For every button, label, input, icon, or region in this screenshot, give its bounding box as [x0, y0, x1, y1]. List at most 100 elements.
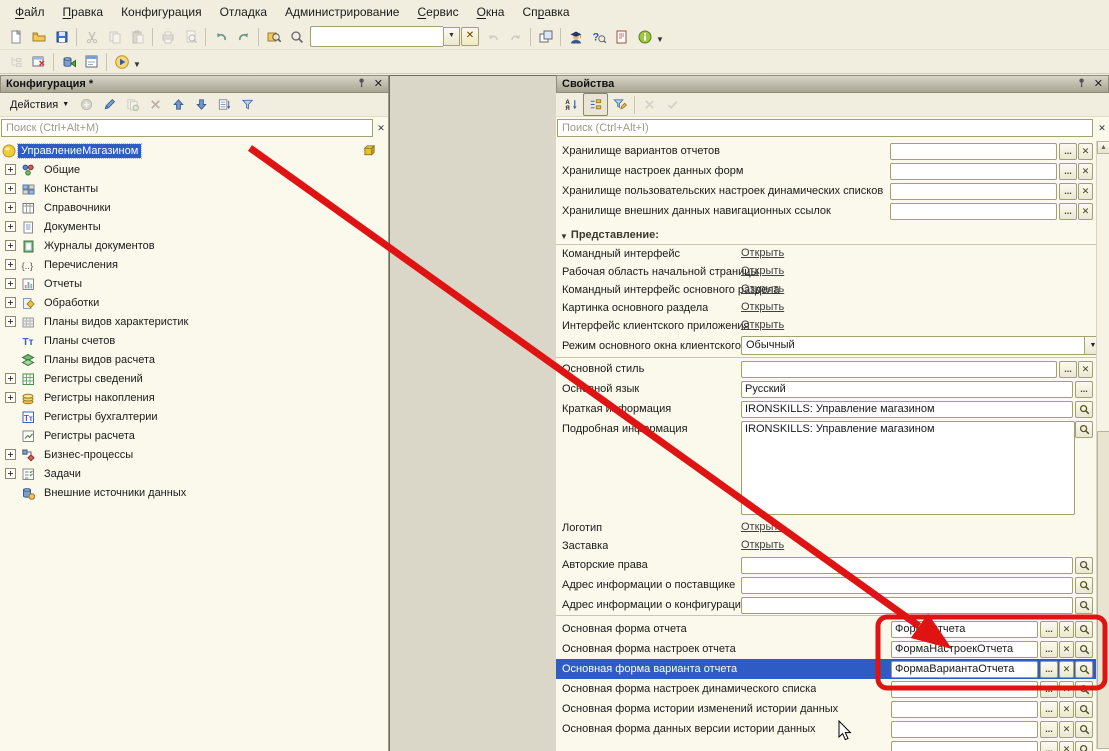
- clear-value-button[interactable]: ✕: [1078, 361, 1093, 378]
- new-document-button[interactable]: [4, 26, 27, 47]
- undo-button[interactable]: [209, 26, 232, 47]
- dialog-form-button[interactable]: [80, 51, 103, 72]
- ellipsis-button[interactable]: ...: [1040, 681, 1058, 698]
- start-debugging-button[interactable]: [110, 51, 133, 72]
- property-row[interactable]: ЗаставкаОткрыть: [556, 537, 1096, 555]
- property-row[interactable]: Интерфейс клиентского приложенияОткрыть: [556, 317, 1096, 335]
- close-configuration-button[interactable]: [27, 51, 50, 72]
- clear-value-button[interactable]: ✕: [1059, 721, 1074, 738]
- tree-item[interactable]: Регистры сведений: [0, 369, 387, 388]
- dropdown-caret-icon[interactable]: ▼: [133, 60, 141, 69]
- configuration-tree-button[interactable]: [4, 51, 27, 72]
- close-icon[interactable]: ✕: [374, 79, 383, 89]
- info-button[interactable]: [633, 26, 656, 47]
- templates-button[interactable]: [610, 26, 633, 47]
- property-value-field[interactable]: [741, 577, 1073, 594]
- clear-value-button[interactable]: ✕: [1059, 621, 1074, 638]
- open-link[interactable]: Открыть: [741, 539, 784, 551]
- find-button[interactable]: [285, 26, 308, 47]
- tree-item[interactable]: Справочники: [0, 198, 387, 217]
- go-back-button[interactable]: [481, 26, 504, 47]
- clear-search-icon[interactable]: ✕: [1095, 121, 1109, 135]
- property-value-field[interactable]: Русский: [741, 381, 1073, 398]
- open-value-button[interactable]: [1075, 741, 1093, 751]
- scroll-up-icon[interactable]: ▲: [1097, 141, 1109, 154]
- ellipsis-button[interactable]: ...: [1075, 381, 1093, 398]
- clear-value-button[interactable]: ✕: [1059, 641, 1074, 658]
- open-value-button[interactable]: [1075, 641, 1093, 658]
- property-row[interactable]: Хранилище вариантов отчетов✕...: [556, 141, 1096, 161]
- open-value-button[interactable]: [1075, 577, 1093, 594]
- tree-item-label[interactable]: Планы видов характеристик: [41, 315, 191, 329]
- apply-check-button[interactable]: [661, 94, 684, 115]
- sort-alphabetical-button[interactable]: АЯ: [560, 94, 583, 115]
- expand-icon[interactable]: [5, 449, 16, 460]
- expand-icon[interactable]: [5, 202, 16, 213]
- move-down-button[interactable]: [190, 94, 213, 115]
- clear-gray-button[interactable]: [638, 94, 661, 115]
- menu-help[interactable]: Справка: [513, 2, 578, 22]
- tree-item-label[interactable]: Планы счетов: [41, 334, 118, 348]
- scrollbar-thumb[interactable]: [1097, 431, 1109, 749]
- open-value-button[interactable]: [1075, 421, 1093, 438]
- property-row[interactable]: Авторские права: [556, 555, 1096, 575]
- property-value-field[interactable]: [890, 203, 1057, 220]
- tree-item[interactable]: Обработки: [0, 293, 387, 312]
- tree-item[interactable]: Внешние источники данных: [0, 483, 387, 502]
- property-value-field[interactable]: [890, 183, 1057, 200]
- open-button[interactable]: [27, 26, 50, 47]
- property-value-field[interactable]: [891, 681, 1038, 698]
- tree-search-input[interactable]: [2, 120, 372, 136]
- dropdown-caret-icon[interactable]: ▼: [656, 35, 664, 44]
- tree-item[interactable]: Планы видов расчета: [0, 350, 387, 369]
- property-row[interactable]: Картинка основного разделаОткрыть: [556, 299, 1096, 317]
- tree-item[interactable]: Общие: [0, 160, 387, 179]
- property-row[interactable]: Хранилище пользовательских настроек дина…: [556, 181, 1096, 201]
- property-value-field[interactable]: [891, 701, 1038, 718]
- tree-item[interactable]: Задачи: [0, 464, 387, 483]
- syntax-assistant-button[interactable]: [564, 26, 587, 47]
- copy-button[interactable]: [103, 26, 126, 47]
- property-row[interactable]: Основная форма данных версии истории дан…: [556, 719, 1096, 739]
- property-value-field[interactable]: [741, 597, 1073, 614]
- expand-icon[interactable]: [5, 297, 16, 308]
- open-link[interactable]: Открыть: [741, 521, 784, 533]
- tree-item-label[interactable]: Перечисления: [41, 258, 121, 272]
- open-link[interactable]: Открыть: [741, 247, 784, 259]
- go-forward-button[interactable]: [504, 26, 527, 47]
- property-row[interactable]: Основная форма отчета✕...ФормаОтчета: [556, 619, 1096, 639]
- clear-value-button[interactable]: ✕: [1078, 163, 1093, 180]
- property-row[interactable]: Основной стиль✕...: [556, 359, 1096, 379]
- tree-item-label[interactable]: Регистры расчета: [41, 429, 138, 443]
- property-value-field[interactable]: [741, 361, 1057, 378]
- property-value-field[interactable]: ФормаОтчета: [891, 621, 1038, 638]
- tree-item-label[interactable]: Регистры бухгалтерии: [41, 410, 161, 424]
- property-row[interactable]: Командный интерфейс основного разделаОтк…: [556, 281, 1096, 299]
- property-value-field[interactable]: ФормаВариантаОтчета: [891, 661, 1038, 678]
- menu-configuration[interactable]: Конфигурация: [112, 2, 211, 22]
- property-value-field[interactable]: [890, 163, 1057, 180]
- clear-value-button[interactable]: ✕: [1078, 143, 1093, 160]
- tree-item[interactable]: ТтПланы счетов: [0, 331, 387, 350]
- print-button[interactable]: [156, 26, 179, 47]
- tree-item-label[interactable]: Регистры сведений: [41, 372, 146, 386]
- open-link[interactable]: Открыть: [741, 301, 784, 313]
- expand-icon[interactable]: [5, 316, 16, 327]
- property-row[interactable]: Основная форма настроек отчета✕...ФормаН…: [556, 639, 1096, 659]
- filter-edit-button[interactable]: [608, 94, 631, 115]
- tree-item[interactable]: Регистры расчета: [0, 426, 387, 445]
- property-row[interactable]: Основная форма варианта отчета✕...ФормаВ…: [556, 659, 1096, 679]
- tree-item-label[interactable]: Планы видов расчета: [41, 353, 158, 367]
- property-row[interactable]: Рабочая область начальной страницыОткрыт…: [556, 263, 1096, 281]
- open-value-button[interactable]: [1075, 597, 1093, 614]
- open-link[interactable]: Открыть: [741, 283, 784, 295]
- property-row[interactable]: ✕...: [556, 739, 1096, 751]
- properties-search-input[interactable]: [558, 120, 1092, 136]
- ellipsis-button[interactable]: ...: [1059, 163, 1077, 180]
- property-row[interactable]: Хранилище настроек данных форм✕...: [556, 161, 1096, 181]
- quick-search-input[interactable]: [310, 26, 443, 47]
- expand-icon[interactable]: [5, 278, 16, 289]
- property-row[interactable]: Основная форма истории изменений истории…: [556, 699, 1096, 719]
- property-value-field[interactable]: ФормаНастроекОтчета: [891, 641, 1038, 658]
- ellipsis-button[interactable]: ...: [1040, 661, 1058, 678]
